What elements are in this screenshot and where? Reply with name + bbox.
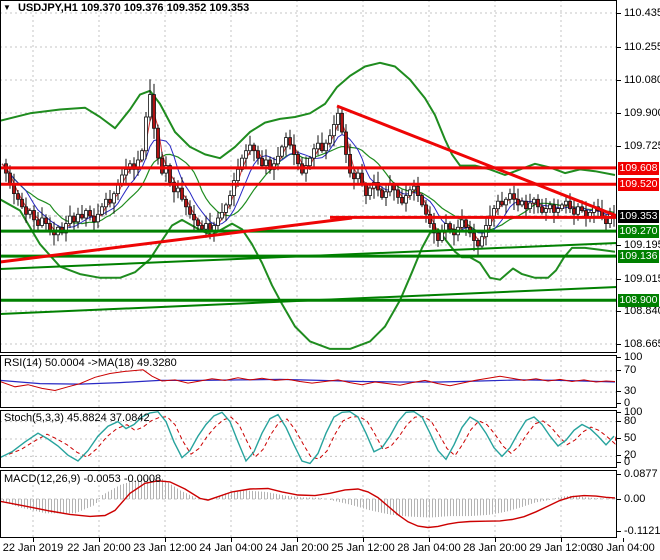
- axis-tick: [617, 279, 621, 280]
- axis-tick: [617, 344, 621, 345]
- price-tick-label: 109.015: [624, 273, 660, 285]
- axis-tick: [617, 47, 621, 48]
- axis-tick: [617, 455, 621, 456]
- price-tick-label: 0.0877: [624, 468, 658, 480]
- level-price-label: 109.270: [618, 224, 659, 238]
- chart-title: ▼ USDJPY,H1 109.370 109.376 109.352 109.…: [3, 2, 249, 14]
- price-tick-label: 70: [624, 364, 637, 376]
- axis-tick: [617, 311, 621, 312]
- axis-tick: [617, 499, 621, 500]
- time-tick-label: 30 Jan 04:00: [591, 542, 655, 554]
- macd-label: MACD(12,26,9) -0.0053 -0.0008: [4, 473, 162, 485]
- axis-tick: [617, 80, 621, 81]
- axis-tick: [617, 146, 621, 147]
- level-price-label: 109.608: [618, 161, 659, 175]
- time-tick-label: 22 Jan 20:00: [67, 542, 131, 554]
- price-axis[interactable]: 110.435 110.255 110.080 109.900 109.725 109.1…: [617, 0, 660, 538]
- time-tick-label: 24 Jan 20:00: [265, 542, 329, 554]
- level-price-label: 108.900: [618, 293, 659, 307]
- price-tick-label: 110.255: [624, 41, 660, 53]
- axis-tick: [617, 462, 621, 463]
- price-tick-label: 30: [624, 385, 637, 397]
- level-price-label: 109.136: [618, 249, 659, 263]
- price-tick-label: 109.900: [624, 107, 660, 119]
- axis-tick: [617, 357, 621, 358]
- ohlc-values: 109.370 109.376 109.352 109.353: [80, 2, 250, 14]
- axis-tick: [617, 438, 621, 439]
- axis-tick: [617, 421, 621, 422]
- axis-tick: [617, 13, 621, 14]
- axis-tick: [617, 412, 621, 413]
- axis-tick: [617, 370, 621, 371]
- time-tick-label: 29 Jan 12:00: [529, 542, 593, 554]
- axis-tick: [617, 403, 621, 404]
- chart-window: ▼ USDJPY,H1 109.370 109.376 109.352 109.…: [0, 0, 660, 560]
- main-chart-canvas[interactable]: [0, 0, 617, 353]
- time-axis[interactable]: 22 Jan 2019 22 Jan 20:00 23 Jan 12:00 24 Ja…: [0, 538, 660, 560]
- price-tick-label: 0: [624, 456, 631, 468]
- axis-tick: [617, 391, 621, 392]
- price-tick-label: 80: [624, 415, 637, 427]
- stoch-label: Stoch(5,3,3) 45.8824 37.0842: [4, 412, 150, 424]
- time-tick-label: 22 Jan 2019: [2, 542, 64, 554]
- price-tick-label: 100: [624, 351, 643, 363]
- axis-tick: [617, 245, 621, 246]
- time-tick-label: 23 Jan 12:00: [133, 542, 197, 554]
- time-tick-label: 28 Jan 04:00: [397, 542, 461, 554]
- axis-tick: [617, 474, 621, 475]
- current-price-label: 109.353: [618, 209, 659, 223]
- price-tick-label: -0.1121: [624, 525, 660, 537]
- time-tick-label: 24 Jan 04:00: [199, 542, 263, 554]
- price-tick-label: 108.840: [624, 305, 660, 317]
- price-tick-label: 109.725: [624, 140, 660, 152]
- axis-tick: [617, 531, 621, 532]
- time-tick-label: 28 Jan 20:00: [463, 542, 527, 554]
- rsi-label: RSI(14) 50.0004 ->MA(18) 49.3280: [4, 357, 177, 369]
- price-tick-label: 50: [624, 432, 637, 444]
- axis-tick: [617, 113, 621, 114]
- symbol-label: USDJPY,H1: [17, 2, 78, 14]
- price-tick-label: 108.665: [624, 338, 660, 350]
- time-tick-label: 25 Jan 12:00: [331, 542, 395, 554]
- price-tick-label: 110.435: [624, 7, 660, 19]
- price-tick-label: 110.080: [624, 74, 660, 86]
- price-tick-label: 0.00: [624, 493, 646, 505]
- symbol-dropdown-icon[interactable]: ▼: [3, 3, 11, 12]
- level-price-label: 109.520: [618, 177, 659, 191]
